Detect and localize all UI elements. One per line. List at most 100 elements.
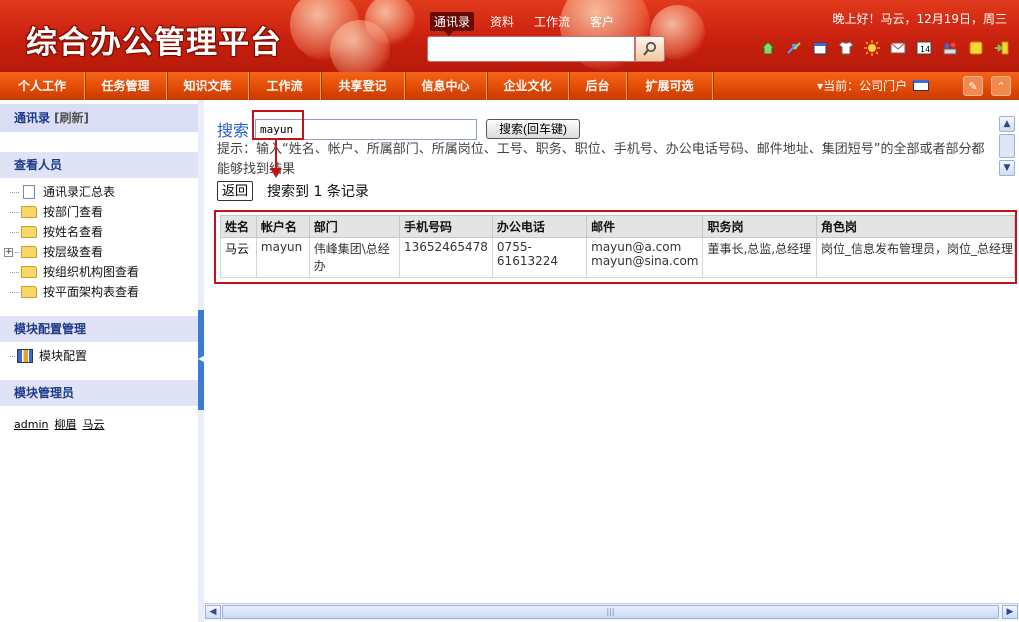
top-banner: 综合办公管理平台 通讯录 资料 工作流 客户 晚上好！马云，12月19日，周三 (0, 0, 1019, 72)
scroll-left-icon[interactable]: ◀ (205, 605, 221, 619)
tab-documents[interactable]: 资料 (486, 12, 518, 31)
home-icon[interactable] (758, 38, 777, 57)
current-location[interactable]: ▾当前：公司门户 (817, 72, 929, 100)
tree-item-by-department[interactable]: 按部门查看 (10, 202, 198, 222)
tab-workflow[interactable]: 工作流 (530, 12, 574, 31)
nav-right-controls: ✎ ⌃ (963, 76, 1011, 96)
col-office-phone: 办公电话 (491, 215, 588, 238)
tree-item-directory-summary[interactable]: 通讯录汇总表 (10, 182, 198, 202)
users-icon[interactable] (940, 38, 959, 57)
nav-task-management[interactable]: 任务管理 (85, 72, 167, 100)
table-header-row: 姓名 帐户名 部门 手机号码 办公电话 邮件 职务岗 角色岗 (220, 215, 1016, 238)
scroll-down-icon[interactable]: ▼ (999, 160, 1015, 176)
col-name: 姓名 (220, 215, 257, 238)
logout-icon[interactable] (992, 38, 1011, 57)
folder-icon (21, 206, 37, 218)
mail-icon[interactable] (888, 38, 907, 57)
switch-icon[interactable] (784, 38, 803, 57)
tree-item-module-config[interactable]: 模块配置 (10, 346, 198, 366)
nav-workflow[interactable]: 工作流 (249, 72, 321, 100)
nav-corporate-culture[interactable]: 企业文化 (487, 72, 569, 100)
col-mobile: 手机号码 (398, 215, 493, 238)
admin-link[interactable]: 柳眉 (54, 418, 76, 431)
cell-role: 岗位_信息发布管理员，岗位_总经理 (815, 237, 1016, 278)
tree-item-by-flat-structure[interactable]: 按平面架构表查看 (10, 282, 198, 302)
scroll-right-icon[interactable]: ▶ (1002, 605, 1018, 619)
module-icon (17, 349, 33, 363)
annotation-arrow-icon (270, 140, 282, 178)
global-search-button[interactable] (635, 36, 665, 62)
nav-knowledge-library[interactable]: 知识文库 (167, 72, 249, 100)
module-config-tree: 模块配置 (0, 342, 198, 374)
admin-link[interactable]: admin (14, 418, 48, 431)
cell-email: mayun@a.com mayun@sina.com (586, 237, 704, 278)
col-duty: 职务岗 (702, 215, 817, 238)
search-label: 搜索 (217, 121, 250, 140)
calendar-icon[interactable] (810, 38, 829, 57)
main-nav: 个人工作 任务管理 知识文库 工作流 共享登记 信息中心 企业文化 后台 扩展可… (0, 72, 1019, 100)
horizontal-scroll-thumb[interactable]: ||| (222, 605, 999, 619)
result-row: 返回 搜索到 1 条记录 (217, 181, 369, 201)
nav-shared-registration[interactable]: 共享登记 (321, 72, 405, 100)
global-search-input[interactable] (427, 36, 635, 62)
sidebar: 通讯录 [刷新] 查看人员 通讯录汇总表 按部门查看 按姓名查看 + 按层级查看 … (0, 100, 198, 622)
result-count: 搜索到 1 条记录 (267, 184, 369, 200)
cell-office-phone: 0755-61613224 (491, 237, 588, 278)
document-icon (23, 185, 35, 199)
decor-bubble (365, 0, 415, 45)
view-people-header: 查看人员 (0, 152, 198, 178)
results-table: 姓名 帐户名 部门 手机号码 办公电话 邮件 职务岗 角色岗 马云 mayun … (220, 215, 1016, 278)
nav-backend[interactable]: 后台 (569, 72, 627, 100)
nav-info-center[interactable]: 信息中心 (405, 72, 487, 100)
email-primary[interactable]: mayun@a.com (591, 240, 698, 254)
cell-mobile: 13652465478 (398, 237, 493, 278)
module-config-header: 模块配置管理 (0, 316, 198, 342)
refresh-link[interactable]: [刷新] (54, 111, 89, 125)
email-secondary[interactable]: mayun@sina.com (591, 254, 698, 268)
scroll-thumb[interactable] (999, 134, 1015, 158)
cell-department: 伟峰集团\总经办 (308, 237, 400, 278)
vertical-scrollbar[interactable]: ▲ ▼ (999, 116, 1015, 180)
sun-icon[interactable] (862, 38, 881, 57)
admin-list: admin 柳眉 马云 (0, 406, 198, 432)
date-icon[interactable]: 14 (914, 38, 933, 57)
col-account: 帐户名 (255, 215, 310, 238)
tab-customers[interactable]: 客户 (586, 12, 618, 31)
table-row[interactable]: 马云 mayun 伟峰集团\总经办 13652465478 0755-61613… (220, 237, 1016, 278)
shirt-icon[interactable] (836, 38, 855, 57)
nav-extensions[interactable]: 扩展可选 (627, 72, 713, 100)
tab-contacts[interactable]: 通讯录 (430, 12, 475, 36)
tree-item-by-name[interactable]: 按姓名查看 (10, 222, 198, 242)
admin-link[interactable]: 马云 (82, 418, 104, 431)
folder-icon (21, 266, 37, 278)
cell-account: mayun (255, 237, 310, 278)
view-people-tree: 通讯录汇总表 按部门查看 按姓名查看 + 按层级查看 按组织机构图查看 按平面架… (0, 178, 198, 310)
search-input-highlight (252, 110, 304, 140)
cell-duty: 董事长,总监,总经理 (702, 237, 817, 278)
header-toolbar: 14 (758, 38, 1011, 57)
nav-personal-work[interactable]: 个人工作 (0, 72, 85, 100)
results-table-highlight: 姓名 帐户名 部门 手机号码 办公电话 邮件 职务岗 角色岗 马云 mayun … (214, 210, 1017, 284)
col-role: 角色岗 (815, 215, 1016, 238)
module-admin-header: 模块管理员 (0, 380, 198, 406)
main-content: 搜索 搜索(回车键) 提示：输入“姓名、帐户、所属部门、所属岗位、工号、职务、职… (204, 100, 1019, 622)
user-greeting: 晚上好！马云，12月19日，周三 (832, 12, 1007, 26)
col-email: 邮件 (586, 215, 704, 238)
expand-plus-icon[interactable]: + (4, 247, 13, 257)
search-button[interactable]: 搜索(回车键) (486, 119, 581, 139)
back-button[interactable]: 返回 (217, 181, 254, 201)
col-department: 部门 (308, 215, 400, 238)
tree-item-by-level[interactable]: + 按层级查看 (4, 242, 198, 262)
cell-name: 马云 (220, 237, 257, 278)
folder-icon (21, 246, 37, 258)
tree-item-by-org-chart[interactable]: 按组织机构图查看 (10, 262, 198, 282)
horizontal-scrollbar[interactable]: ◀ ||| ▶ (204, 603, 1019, 620)
collapse-up-icon[interactable]: ⌃ (991, 76, 1011, 96)
search-hint: 提示：输入“姓名、帐户、所属部门、所属岗位、工号、职务、职位、手机号、办公电话号… (217, 142, 985, 177)
note-icon[interactable] (966, 38, 985, 57)
svg-text:14: 14 (920, 45, 930, 54)
search-icon (643, 41, 657, 56)
edit-pencil-icon[interactable]: ✎ (963, 76, 983, 96)
scroll-up-icon[interactable]: ▲ (999, 116, 1015, 132)
sidebar-title: 通讯录 [刷新] (0, 104, 198, 132)
